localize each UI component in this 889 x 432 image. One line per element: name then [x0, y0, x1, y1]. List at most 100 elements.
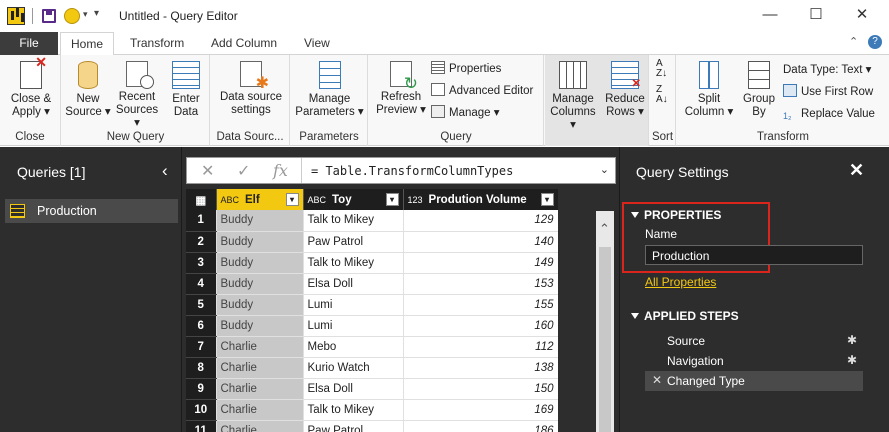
advanced-editor-button[interactable]: Advanced Editor — [431, 83, 533, 99]
table-row[interactable]: 8 Charlie Kurio Watch 138 — [186, 357, 558, 379]
table-row[interactable]: 10 Charlie Talk to Mikey 169 — [186, 399, 558, 421]
row-number[interactable]: 8 — [186, 357, 217, 379]
manage-button[interactable]: Manage ▾ — [431, 105, 500, 121]
scroll-up-icon[interactable]: ⌃ — [599, 221, 610, 237]
cell-toy[interactable]: Talk to Mikey — [303, 252, 404, 274]
cell-production-volume[interactable]: 129 — [403, 210, 558, 232]
scrollbar-thumb[interactable] — [599, 247, 611, 432]
reduce-rows-button[interactable]: ✕ Reduce Rows ▾ — [603, 61, 647, 119]
tab-file[interactable]: File — [0, 32, 58, 55]
cell-toy[interactable]: Paw Patrol — [303, 420, 404, 432]
recent-sources-button[interactable]: Recent Sources ▾ — [112, 61, 162, 130]
cell-production-volume[interactable]: 140 — [403, 231, 558, 253]
cell-elf[interactable]: Buddy — [216, 315, 304, 337]
new-source-button[interactable]: New Source ▾ — [64, 61, 112, 119]
step-changed-type[interactable]: ✕ Changed Type — [645, 371, 863, 391]
manage-columns-button[interactable]: Manage Columns ▾ — [547, 61, 599, 132]
cell-elf[interactable]: Charlie — [216, 336, 304, 358]
select-all-table-icon[interactable]: ▦ — [186, 189, 217, 210]
table-row[interactable]: 9 Charlie Elsa Doll 150 — [186, 378, 558, 400]
table-row[interactable]: 6 Buddy Lumi 160 — [186, 315, 558, 337]
cell-elf[interactable]: Buddy — [216, 294, 304, 316]
table-row[interactable]: 5 Buddy Lumi 155 — [186, 294, 558, 316]
properties-button[interactable]: Properties — [431, 61, 501, 77]
refresh-preview-button[interactable]: ↻ Refresh Preview ▾ — [373, 61, 429, 117]
cell-production-volume[interactable]: 186 — [403, 420, 558, 432]
maximize-button[interactable]: ☐ — [793, 0, 839, 32]
delete-step-icon[interactable]: ✕ — [652, 373, 662, 387]
commit-formula-icon[interactable]: ✓ — [237, 161, 250, 181]
properties-section-header[interactable]: PROPERTIES — [631, 208, 721, 222]
chevron-down-icon[interactable]: ⌄ — [600, 163, 609, 176]
customize-toolbar-icon[interactable]: ▾ — [94, 8, 99, 19]
row-number[interactable]: 5 — [186, 294, 217, 316]
collapse-ribbon-icon[interactable]: ⌃ — [849, 35, 858, 48]
row-number[interactable]: 7 — [186, 336, 217, 358]
row-number[interactable]: 2 — [186, 231, 217, 253]
filter-dropdown-icon[interactable]: ▾ — [385, 193, 399, 206]
row-number[interactable]: 10 — [186, 399, 217, 421]
row-number[interactable]: 3 — [186, 252, 217, 274]
column-header-toy[interactable]: ABC Toy ▾ — [303, 189, 404, 210]
step-source[interactable]: Source ✱ — [645, 331, 863, 351]
column-header-production-volume[interactable]: 123 Prodution Volume ▾ — [403, 189, 558, 210]
data-type-dropdown[interactable]: Data Type: Text ▾ — [783, 62, 871, 78]
cell-toy[interactable]: Talk to Mikey — [303, 210, 404, 232]
cell-toy[interactable]: Lumi — [303, 294, 404, 316]
table-row[interactable]: 4 Buddy Elsa Doll 153 — [186, 273, 558, 295]
all-properties-link[interactable]: All Properties — [645, 275, 716, 289]
cell-toy[interactable]: Kurio Watch — [303, 357, 404, 379]
step-navigation[interactable]: Navigation ✱ — [645, 351, 863, 371]
close-window-button[interactable]: ✕ — [839, 0, 885, 32]
cell-elf[interactable]: Charlie — [216, 357, 304, 379]
cell-production-volume[interactable]: 138 — [403, 357, 558, 379]
gear-icon[interactable]: ✱ — [847, 353, 857, 367]
data-source-settings-button[interactable]: ✱ Data source settings — [215, 61, 287, 117]
manage-parameters-button[interactable]: Manage Parameters ▾ — [293, 61, 366, 119]
column-header-elf[interactable]: ABC Elf ▾ — [216, 189, 304, 210]
cell-elf[interactable]: Charlie — [216, 378, 304, 400]
close-pane-icon[interactable]: ✕ — [849, 160, 864, 181]
type-abc-icon[interactable]: ABC — [221, 195, 240, 205]
tab-transform[interactable]: Transform — [120, 32, 194, 55]
query-item-production[interactable]: Production — [5, 199, 178, 223]
row-number[interactable]: 4 — [186, 273, 217, 295]
row-number[interactable]: 9 — [186, 378, 217, 400]
row-number[interactable]: 11 — [186, 420, 217, 432]
cell-elf[interactable]: Charlie — [216, 420, 304, 432]
cancel-formula-icon[interactable]: ✕ — [201, 161, 214, 181]
smiley-feedback-icon[interactable] — [64, 8, 80, 24]
use-first-row-button[interactable]: Use First Row — [783, 84, 873, 100]
cell-production-volume[interactable]: 112 — [403, 336, 558, 358]
cell-toy[interactable]: Paw Patrol — [303, 231, 404, 253]
table-row[interactable]: 3 Buddy Talk to Mikey 149 — [186, 252, 558, 274]
tab-home[interactable]: Home — [60, 32, 115, 56]
cell-production-volume[interactable]: 155 — [403, 294, 558, 316]
cell-production-volume[interactable]: 160 — [403, 315, 558, 337]
cell-production-volume[interactable]: 169 — [403, 399, 558, 421]
split-column-button[interactable]: Split Column ▾ — [681, 61, 737, 119]
filter-dropdown-icon[interactable]: ▾ — [285, 193, 299, 206]
sort-descending-icon[interactable]: Z A↓ — [656, 85, 668, 105]
table-row[interactable]: 1 Buddy Talk to Mikey 129 — [186, 210, 558, 232]
cell-toy[interactable]: Mebo — [303, 336, 404, 358]
formula-input[interactable]: = Table.TransformColumnTypes — [311, 164, 513, 178]
cell-toy[interactable]: Elsa Doll — [303, 273, 404, 295]
help-icon[interactable]: ? — [868, 35, 882, 49]
tab-view[interactable]: View — [294, 32, 340, 55]
filter-dropdown-icon[interactable]: ▾ — [540, 193, 554, 206]
cell-elf[interactable]: Buddy — [216, 231, 304, 253]
replace-values-button[interactable]: 1₂ Replace Value — [783, 106, 875, 122]
cell-production-volume[interactable]: 149 — [403, 252, 558, 274]
cell-elf[interactable]: Buddy — [216, 252, 304, 274]
enter-data-button[interactable]: Enter Data — [166, 61, 206, 119]
applied-steps-section-header[interactable]: APPLIED STEPS — [631, 309, 739, 323]
table-row[interactable]: 11 Charlie Paw Patrol 186 — [186, 420, 558, 432]
table-row[interactable]: 7 Charlie Mebo 112 — [186, 336, 558, 358]
cell-elf[interactable]: Buddy — [216, 273, 304, 295]
cell-production-volume[interactable]: 150 — [403, 378, 558, 400]
type-abc-icon[interactable]: ABC — [308, 195, 327, 205]
fx-icon[interactable]: fx — [273, 161, 288, 180]
minimize-button[interactable]: — — [747, 0, 793, 32]
save-icon[interactable] — [42, 9, 56, 23]
